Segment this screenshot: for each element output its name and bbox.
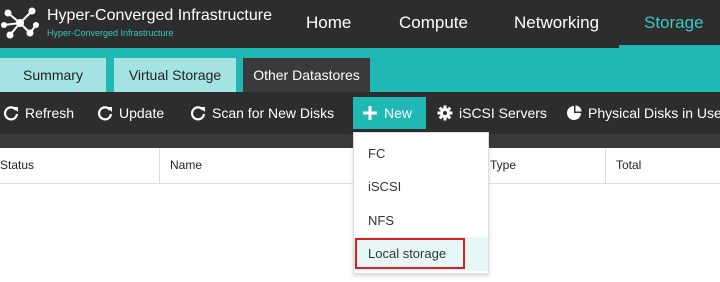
iscsi-servers-button[interactable]: iSCSI Servers [437,92,547,134]
new-label: New [384,105,413,121]
menu-item-fc[interactable]: FC [354,137,488,171]
physical-disks-label: Physical Disks in Use [588,105,720,121]
refresh-icon [3,106,19,121]
column-status[interactable]: Status [0,148,160,183]
gear-icon [437,105,453,121]
iscsi-servers-label: iSCSI Servers [459,105,547,121]
scan-icon [190,106,206,121]
scan-label: Scan for New Disks [212,105,335,121]
nav-networking[interactable]: Networking [514,0,599,48]
update-button[interactable]: Update [97,92,164,134]
tab-bar: Summary Virtual Storage Other Datastores [0,48,720,92]
refresh-label: Refresh [25,105,75,121]
physical-disks-button[interactable]: Physical Disks in Use [566,92,720,134]
update-icon [97,106,113,121]
new-button[interactable]: New [353,97,427,129]
column-type[interactable]: Type [480,148,606,183]
nav-storage[interactable]: Storage [644,0,704,48]
network-logo-icon [1,7,39,39]
pie-chart-icon [567,105,582,120]
tab-summary[interactable]: Summary [0,58,106,92]
plus-icon [363,106,377,120]
toolbar: Refresh Update Scan for New Disks New iS… [0,92,720,134]
refresh-button[interactable]: Refresh [3,92,74,134]
menu-item-nfs[interactable]: NFS [354,204,488,238]
column-total[interactable]: Total [606,148,720,183]
scan-disks-button[interactable]: Scan for New Disks [190,92,334,134]
menu-item-iscsi[interactable]: iSCSI [354,170,488,204]
app-subtitle: Hyper-Converged Infrastructure [47,28,174,38]
tab-other-datastores[interactable]: Other Datastores [243,58,370,92]
top-nav-bar: Hyper-Converged Infrastructure Hyper-Con… [0,0,720,48]
nav-compute[interactable]: Compute [399,0,468,48]
tab-virtual-storage[interactable]: Virtual Storage [114,58,236,92]
app-title: Hyper-Converged Infrastructure [47,7,272,24]
update-label: Update [119,105,165,121]
nav-home[interactable]: Home [306,0,351,48]
highlight-annotation [355,238,465,269]
